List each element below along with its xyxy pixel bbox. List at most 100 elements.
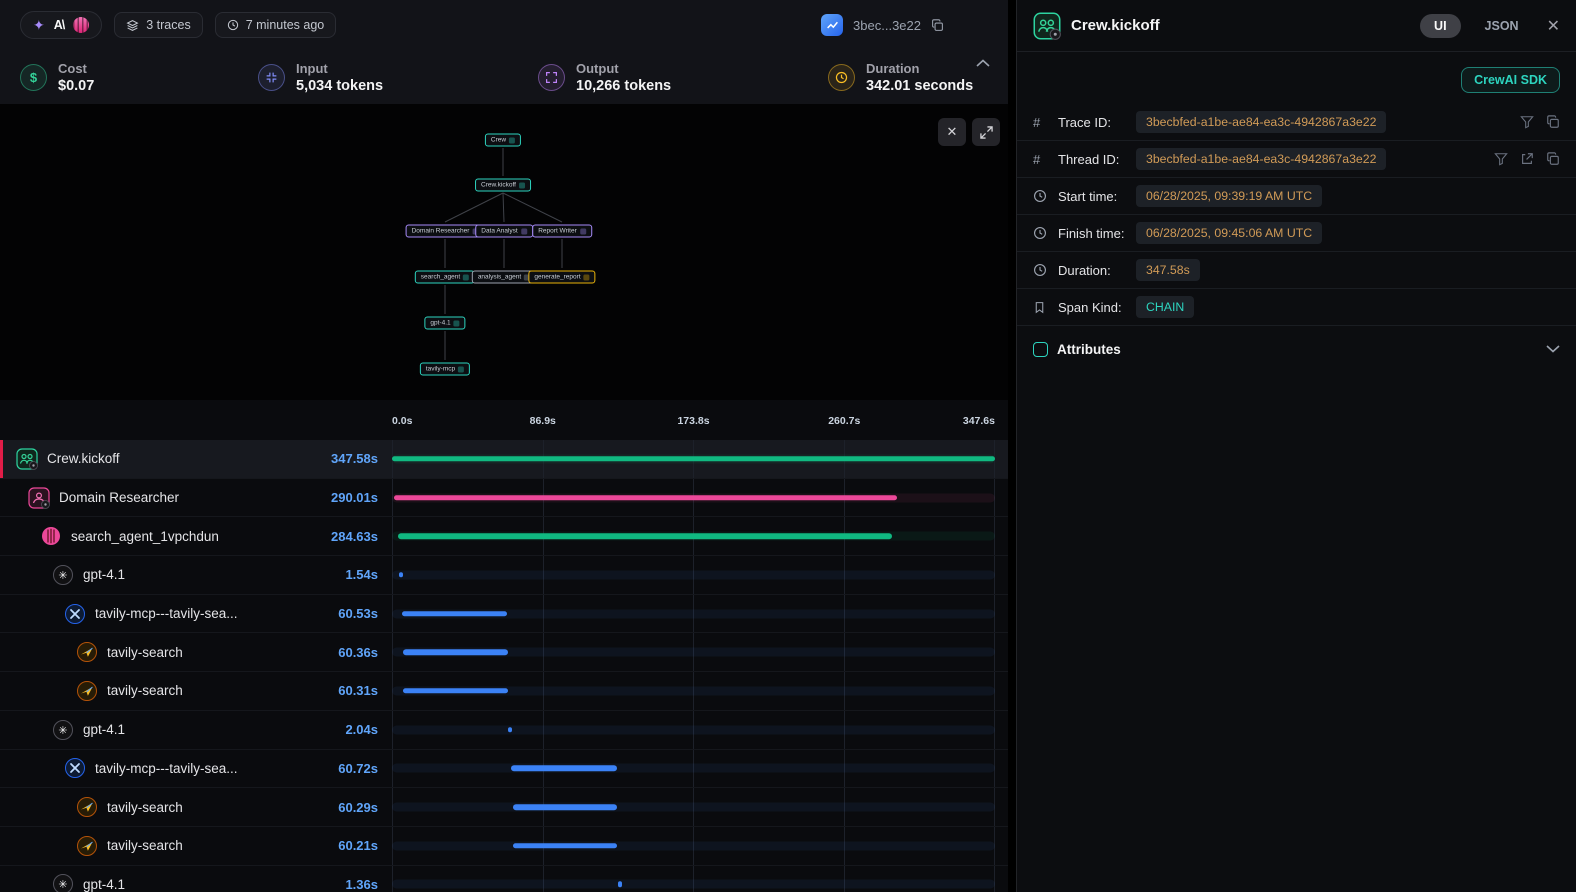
field-finish-time: Finish time: 06/28/2025, 09:45:06 AM UTC [1017,215,1576,252]
span-track [392,827,995,865]
crewai-icon [73,17,89,33]
span-bar[interactable] [392,456,995,462]
span-name: tavily-search [107,645,183,660]
span-duration: 60.29s [292,800,392,815]
crewai-logo-icon [40,525,62,547]
graph-node[interactable]: analysis_agent [472,271,536,284]
span-bar[interactable] [513,843,617,849]
span-bar[interactable] [403,650,508,656]
graph-expand-button[interactable] [972,118,1000,146]
span-track [392,633,995,671]
graph-node[interactable]: tavily-mcp [420,363,470,376]
span-row[interactable]: tavily-mcp---tavily-sea... 60.53s [0,595,1008,634]
trace-id-value: 3becbfed-a1be-ae84-ea3c-4942867a3e22 [1136,111,1386,133]
filter-icon[interactable] [1494,152,1508,166]
copy-icon[interactable] [1546,152,1560,166]
span-bar[interactable] [394,495,897,501]
time-ago-badge[interactable]: 7 minutes ago [215,12,337,38]
trace-id-short: 3bec...3e22 [853,18,921,33]
collapse-chevron-up-icon[interactable] [976,54,990,72]
traces-count-badge[interactable]: 3 traces [114,12,202,38]
chart-icon [821,14,843,36]
graph-node[interactable]: Data Analyst [475,225,533,238]
span-track [392,440,995,478]
topbar: ✦ A\ 3 traces 7 minutes ago 3be [0,0,1008,50]
span-name: tavily-mcp---tavily-sea... [95,606,238,621]
span-duration: 284.63s [292,529,392,544]
stat-cost: $ Cost $0.07 [20,61,258,94]
span-bar[interactable] [398,533,892,539]
stat-cost-value: $0.07 [58,78,94,94]
span-duration: 2.04s [292,722,392,737]
duration-clock-icon [828,64,855,91]
graph-node[interactable]: Report Writer [532,225,592,238]
clock-icon [1033,226,1049,240]
span-duration: 1.36s [292,877,392,892]
span-row[interactable]: tavily-search60.21s [0,827,1008,866]
graph-node[interactable]: Crew [485,134,521,147]
tavily-icon [76,835,98,857]
span-duration: 60.31s [292,683,392,698]
span-track [392,595,995,633]
span-row[interactable]: ✳gpt-4.11.36s [0,866,1008,892]
field-label: Duration: [1058,263,1136,278]
span-row[interactable]: tavily-search60.31s [0,672,1008,711]
span-name: tavily-search [107,800,183,815]
span-name: tavily-mcp---tavily-sea... [95,761,238,776]
external-link-icon[interactable] [1520,152,1534,166]
clock-icon [1033,263,1049,277]
span-track [392,672,995,710]
graph-node[interactable]: Domain Researcher [406,225,485,238]
span-row[interactable]: ✳gpt-4.11.54s [0,556,1008,595]
span-track [392,788,995,826]
span-duration: 60.53s [292,606,392,621]
field-label: Trace ID: [1058,115,1136,130]
timeline-tick: 0.0s [392,415,412,427]
span-duration: 60.21s [292,838,392,853]
span-bar[interactable] [402,611,507,617]
span-bar[interactable] [399,572,403,578]
clock-icon [227,19,239,31]
span-bar[interactable] [403,688,507,694]
span-duration: 1.54s [292,567,392,582]
graph-node[interactable]: search_agent [415,271,475,284]
tab-ui[interactable]: UI [1420,14,1461,38]
graph-node[interactable]: gpt-4.1 [424,317,465,330]
app-root: ✦ A\ 3 traces 7 minutes ago 3be [0,0,1576,892]
span-row[interactable]: Domain Researcher290.01s [0,479,1008,518]
attributes-section-toggle[interactable]: Attributes [1017,326,1576,372]
chevron-down-icon[interactable] [1546,345,1560,353]
graph-node[interactable]: Crew.kickoff [475,179,531,192]
span-track [392,866,995,892]
time-ago-label: 7 minutes ago [246,18,325,32]
span-bar[interactable] [511,766,617,772]
panel-divider [1008,0,1016,892]
sdk-badge[interactable]: CrewAI SDK [1461,67,1560,93]
span-row[interactable]: Crew.kickoff347.58s [0,440,1008,479]
span-duration: 290.01s [292,490,392,505]
span-row[interactable]: tavily-search 60.29s [0,788,1008,827]
span-duration: 60.72s [292,761,392,776]
span-track [392,479,995,517]
span-row[interactable]: tavily-search60.36s [0,633,1008,672]
filter-icon[interactable] [1520,115,1534,129]
crew-icon [1033,12,1061,40]
stat-input: Input 5,034 tokens [258,61,538,94]
graph-close-button[interactable]: ✕ [938,118,966,146]
stat-output: Output 10,266 tokens [538,61,828,94]
svg-text:✳: ✳ [58,570,67,582]
span-row[interactable]: ✳gpt-4.12.04s [0,711,1008,750]
graph-node[interactable]: generate_report [528,271,595,284]
span-name: search_agent_1vpchdun [71,529,219,544]
span-track [392,556,995,594]
span-bar[interactable] [618,882,622,888]
copy-icon[interactable] [1546,115,1560,129]
span-bar[interactable] [513,804,617,810]
copy-icon[interactable] [931,19,944,32]
span-row[interactable]: search_agent_1vpchdun 284.63s [0,517,1008,556]
span-bar[interactable] [508,727,512,733]
tab-json[interactable]: JSON [1485,19,1519,33]
stat-output-label: Output [576,61,671,76]
span-row[interactable]: tavily-mcp---tavily-sea... 60.72s [0,750,1008,789]
close-icon[interactable]: ✕ [1547,16,1560,36]
